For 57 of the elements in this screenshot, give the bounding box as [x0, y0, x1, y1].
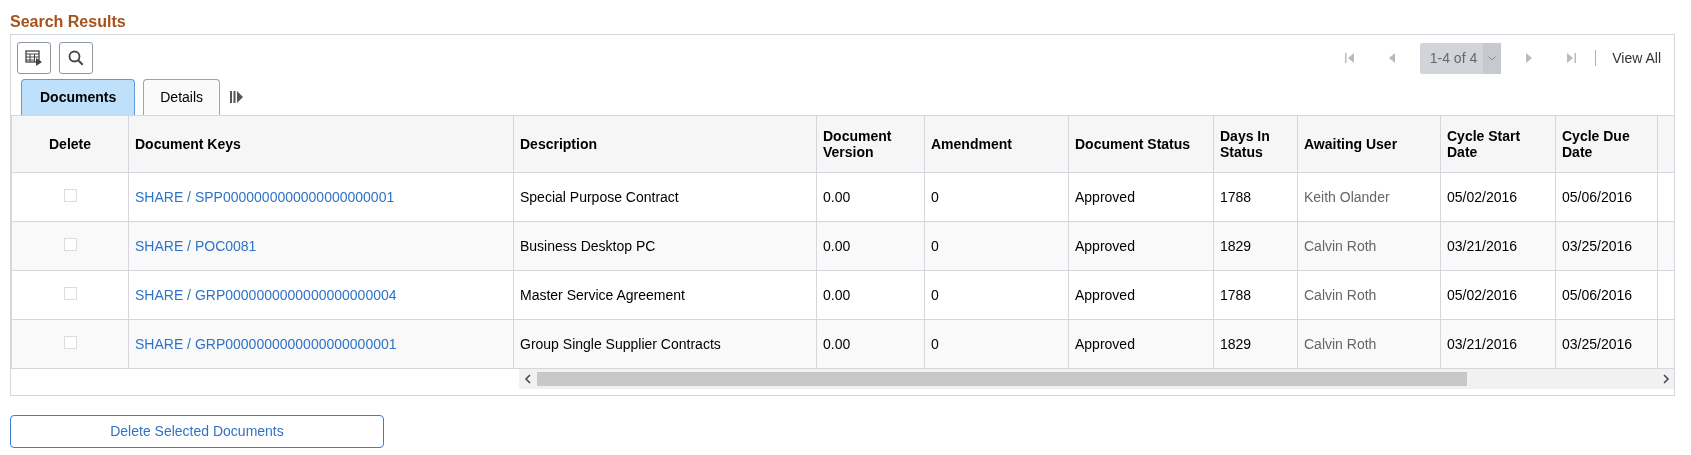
tab[interactable]: Documents [21, 79, 136, 115]
page-range-dropdown[interactable]: 1-4 of 4 [1419, 42, 1502, 74]
column-header: Description [513, 115, 817, 173]
table-cell: Calvin Roth [1304, 286, 1377, 303]
table-cell: Master Service Agreement [520, 286, 685, 303]
table-cell: 0.00 [823, 188, 851, 205]
table-cell: 1788 [1220, 188, 1252, 205]
column-header: Document Keys [128, 115, 514, 173]
table-cell: 1788 [1220, 286, 1252, 303]
caret-icon [1488, 55, 1497, 61]
table-cell: 1829 [1220, 335, 1252, 352]
column-header: Cycle Start Date [1440, 115, 1556, 173]
column-header: Awaiting User [1297, 115, 1441, 173]
table-cell: 0 [931, 286, 939, 303]
table-cell: 05/02/2016 [1447, 286, 1518, 303]
table-cell: 05/06/2016 [1562, 188, 1633, 205]
table-cell: Calvin Roth [1304, 237, 1377, 254]
scroll-right-icon[interactable] [1662, 374, 1670, 384]
table-cell: Approved [1075, 188, 1135, 205]
table-cell: 0.00 [823, 286, 851, 303]
show-all-columns-icon[interactable] [230, 90, 245, 104]
scroll-left-icon[interactable] [524, 374, 532, 384]
column-header: Document Status [1068, 115, 1214, 173]
table-cell: Group Single Supplier Contracts [520, 335, 721, 352]
table-cell: 05/06/2016 [1562, 286, 1633, 303]
table-cell: 03/25/2016 [1562, 335, 1633, 352]
table-cell: 0 [931, 237, 939, 254]
search-icon [68, 50, 84, 66]
table-cell: Approved [1075, 237, 1135, 254]
column-header: Amendment [924, 115, 1069, 173]
table-cell: 0.00 [823, 335, 851, 352]
table-cell: 0.00 [823, 237, 851, 254]
table-cell: 03/25/2016 [1562, 237, 1633, 254]
delete-selected-button[interactable]: Delete Selected Documents [10, 415, 384, 448]
table-cell: Keith Olander [1304, 188, 1390, 205]
table-cell: 03/21/2016 [1447, 335, 1518, 352]
column-header: Cycle Due Date [1555, 115, 1658, 173]
table-cell: 0 [931, 335, 939, 352]
table-cell: 05/02/2016 [1447, 188, 1518, 205]
horizontal-scrollbar[interactable] [519, 369, 1674, 389]
column-header: Delete [11, 115, 129, 173]
search-button[interactable] [59, 42, 93, 74]
table-arrow-icon [25, 50, 43, 66]
column-header: Days In Status [1213, 115, 1298, 173]
table-cell: 1829 [1220, 237, 1252, 254]
table-cell: Calvin Roth [1304, 335, 1377, 352]
view-all-link[interactable]: View All [1612, 47, 1661, 69]
table-cell: 0 [931, 188, 939, 205]
table-cell: Special Purpose Contract [520, 188, 679, 205]
table-cell: Business Desktop PC [520, 237, 656, 254]
table-cell: Approved [1075, 335, 1135, 352]
section-title: Search Results [10, 12, 126, 32]
table-cell: Approved [1075, 286, 1135, 303]
tab[interactable]: Details [143, 79, 221, 115]
table-cell: 03/21/2016 [1447, 237, 1518, 254]
column-header: Document Version [816, 115, 925, 173]
grid-settings-button[interactable] [17, 42, 51, 74]
